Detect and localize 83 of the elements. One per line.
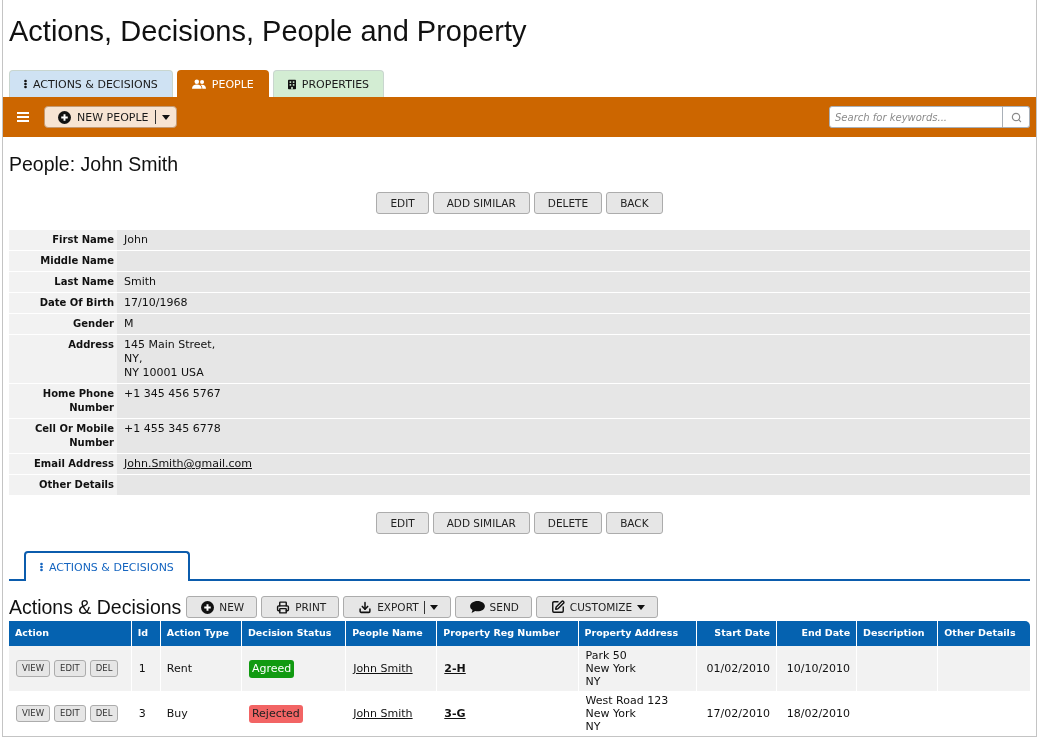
field-value: John bbox=[117, 230, 1030, 251]
row-action-button[interactable]: DEL bbox=[89, 705, 119, 722]
section-tab[interactable]: ACTIONS & DECISIONS bbox=[24, 551, 190, 581]
status-badge: Rejected bbox=[248, 704, 303, 723]
row-action-button[interactable]: DEL bbox=[89, 660, 119, 677]
column-header: End Date bbox=[776, 621, 857, 646]
column-header: Description bbox=[856, 621, 938, 646]
column-header: Start Date bbox=[696, 621, 777, 646]
record-button[interactable]: BACK bbox=[606, 192, 663, 214]
row-action-button[interactable]: VIEW bbox=[16, 660, 51, 677]
field-value: 17/10/1968 bbox=[117, 292, 1030, 314]
column-header: Property Reg Number bbox=[436, 621, 579, 646]
vertical-dots-icon bbox=[24, 79, 27, 89]
field-value: 145 Main Street, NY, NY 10001 USA bbox=[117, 334, 1030, 384]
column-header: Action Type bbox=[160, 621, 242, 646]
field-label: First Name bbox=[9, 230, 117, 251]
column-header: Other Details bbox=[937, 621, 1030, 646]
email-link[interactable]: John.Smith@gmail.com bbox=[124, 457, 252, 470]
edit-square-icon bbox=[550, 600, 565, 614]
caret-down-icon bbox=[429, 604, 438, 610]
record-button[interactable]: BACK bbox=[606, 512, 663, 534]
column-header: Decision Status bbox=[241, 621, 346, 646]
row-action-button[interactable]: EDIT bbox=[54, 660, 86, 677]
field-label: Last Name bbox=[9, 271, 117, 293]
table-cell: 01/02/2010 bbox=[696, 646, 777, 691]
search-icon bbox=[1010, 111, 1022, 123]
field-label: Address bbox=[9, 334, 117, 384]
field-label: Other Details bbox=[9, 474, 117, 496]
toolbar-button[interactable]: PRINT bbox=[261, 596, 340, 618]
toolbar-button[interactable]: EXPORT bbox=[343, 596, 451, 618]
vertical-dots-icon bbox=[40, 562, 43, 572]
record-button[interactable]: EDIT bbox=[376, 512, 429, 534]
record-button[interactable]: EDIT bbox=[376, 192, 429, 214]
field-value: +1 455 345 6778 bbox=[117, 418, 1030, 454]
building-icon bbox=[287, 78, 296, 90]
field-value: Smith bbox=[117, 271, 1030, 293]
field-label: Email Address bbox=[9, 453, 117, 475]
record-button[interactable]: DELETE bbox=[533, 512, 603, 534]
search-field[interactable]: Search for keywords... bbox=[829, 106, 1003, 128]
caret-down-icon bbox=[161, 114, 170, 120]
plus-circle-icon bbox=[201, 600, 215, 614]
users-icon bbox=[191, 79, 206, 89]
section-heading: Actions & Decisions bbox=[9, 596, 182, 618]
field-value: +1 345 456 5767 bbox=[117, 383, 1030, 419]
property-link[interactable]: 3-G bbox=[444, 707, 466, 720]
property-link[interactable]: 2-H bbox=[444, 662, 466, 675]
printer-icon bbox=[276, 600, 291, 614]
speech-bubble-icon bbox=[469, 601, 485, 613]
person-link[interactable]: John Smith bbox=[353, 662, 413, 675]
column-header: Property Address bbox=[578, 621, 697, 646]
table-cell: 1 bbox=[131, 646, 161, 691]
search-button[interactable] bbox=[1003, 106, 1030, 128]
toolbar-button[interactable]: CUSTOMIZE bbox=[535, 596, 659, 618]
field-label: Home Phone Number bbox=[9, 383, 117, 419]
column-header: People Name bbox=[345, 621, 437, 646]
toolbar-button[interactable]: NEW bbox=[186, 596, 258, 618]
column-header: Action bbox=[9, 621, 132, 646]
field-value: M bbox=[117, 313, 1030, 335]
module-tab[interactable]: PEOPLE bbox=[176, 70, 269, 97]
row-action-button[interactable]: EDIT bbox=[54, 705, 86, 722]
field-label: Date Of Birth bbox=[9, 292, 117, 314]
field-label: Gender bbox=[9, 313, 117, 335]
download-icon bbox=[358, 600, 373, 614]
module-tab[interactable]: PROPERTIES bbox=[272, 70, 385, 97]
record-heading: People: John Smith bbox=[9, 152, 180, 176]
table-cell: 10/10/2010 bbox=[776, 646, 857, 691]
status-badge: Agreed bbox=[248, 659, 295, 678]
new-people-button[interactable]: NEW PEOPLE bbox=[44, 106, 177, 128]
menu-icon[interactable] bbox=[17, 112, 29, 122]
field-label: Cell Or Mobile Number bbox=[9, 418, 117, 454]
page-title: Actions, Decisions, People and Property bbox=[9, 14, 528, 48]
table-cell: Park 50 New York NY bbox=[578, 646, 697, 691]
module-tab[interactable]: ACTIONS & DECISIONS bbox=[9, 70, 173, 97]
toolbar-button[interactable]: SEND bbox=[454, 596, 532, 618]
caret-down-icon bbox=[637, 604, 646, 610]
column-header: Id bbox=[131, 621, 161, 646]
record-button[interactable]: ADD SIMILAR bbox=[432, 192, 530, 214]
plus-circle-icon bbox=[58, 110, 71, 124]
record-button[interactable]: DELETE bbox=[533, 192, 603, 214]
row-action-button[interactable]: VIEW bbox=[16, 705, 51, 722]
table-cell: Rent bbox=[160, 646, 242, 691]
record-button[interactable]: ADD SIMILAR bbox=[432, 512, 530, 534]
person-link[interactable]: John Smith bbox=[353, 707, 413, 720]
